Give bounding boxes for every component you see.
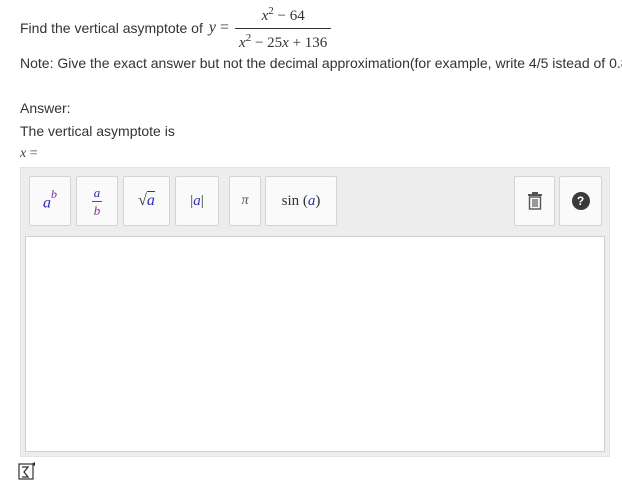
numerator: x2 − 64: [261, 4, 305, 24]
pi-button[interactable]: π: [229, 176, 261, 226]
note-text: Note: Give the exact answer but not the …: [20, 55, 622, 71]
square-root-icon: √a: [138, 192, 155, 209]
answer-lhs: x =: [20, 146, 38, 161]
rational-function: x2 − 64 x2 − 25x + 136: [235, 4, 332, 52]
math-editor: ab a b √a |a| π sin (a) ?: [20, 167, 610, 457]
sin-button[interactable]: sin (a): [265, 176, 337, 226]
equation-editor-icon[interactable]: [18, 462, 36, 480]
power-button[interactable]: ab: [29, 176, 71, 226]
absolute-value-icon: |a|: [190, 192, 204, 209]
fraction-button[interactable]: a b: [76, 176, 118, 226]
sine-icon: sin (a): [281, 192, 321, 209]
question-icon: ?: [571, 192, 590, 210]
question-text: Find the vertical asymptote of: [20, 20, 203, 36]
superscript-icon: ab: [43, 186, 57, 212]
question: Find the vertical asymptote of y = x2 − …: [20, 0, 332, 56]
prompt-label: The vertical asymptote is: [20, 123, 175, 139]
answer-label: Answer:: [20, 100, 71, 116]
sqrt-button[interactable]: √a: [123, 176, 170, 226]
denominator: x2 − 25x + 136: [239, 31, 328, 51]
abs-button[interactable]: |a|: [175, 176, 219, 226]
fraction-icon: a b: [92, 184, 102, 218]
answer-input[interactable]: [25, 236, 605, 452]
pi-icon: π: [241, 193, 249, 208]
help-button[interactable]: ?: [559, 176, 602, 226]
math-toolbar: ab a b √a |a| π sin (a) ?: [21, 168, 609, 234]
trash-button[interactable]: [514, 176, 555, 226]
function-lhs: y =: [208, 19, 230, 36]
trash-icon: [527, 192, 542, 210]
